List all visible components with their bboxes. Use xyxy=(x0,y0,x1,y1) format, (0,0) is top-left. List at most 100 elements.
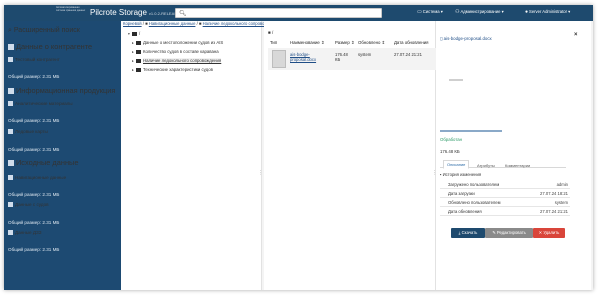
folder-icon xyxy=(8,202,13,207)
breadcrumb-root[interactable]: Корневой xyxy=(123,21,142,26)
tree-root[interactable]: ▾ / xyxy=(128,31,140,36)
sidebar-section-contractor[interactable]: Данные о контрагенте xyxy=(8,42,116,51)
tab-attributes[interactable]: Атрибуты xyxy=(474,162,498,169)
close-icon[interactable]: × xyxy=(574,32,578,38)
preview-placeholder xyxy=(449,79,463,81)
tree-item-label: Наличие ледокольного сопровождения xyxy=(143,58,222,63)
tree-item-label: Количество судов в составе каравана xyxy=(143,49,219,54)
sidebar-item-navigation-data[interactable]: Навигационные данные xyxy=(8,175,116,180)
history-toggle[interactable]: ▪ История изменения xyxy=(440,172,481,177)
advanced-search-link[interactable]: ⌕ Расширенный поиск xyxy=(8,27,80,35)
file-size: 176.48 КБ xyxy=(335,52,348,62)
breadcrumb: Корневой / ■ Навигационные данные / ■ На… xyxy=(123,21,279,26)
sidebar-item-ship-data[interactable]: Данные с судов xyxy=(8,202,116,207)
download-button[interactable]: ⤓ Скачать xyxy=(451,228,485,238)
file-thumbnail xyxy=(272,50,286,68)
search-icon: ⌕ xyxy=(8,27,12,34)
total-size-text: Общий размер: 2.31 МБ xyxy=(8,118,60,123)
sort-icon: ⇕ xyxy=(321,40,325,45)
tree-item-specs[interactable]: ▸ Технические характеристики судов xyxy=(132,67,213,72)
property-value: admin xyxy=(556,182,568,187)
folder-icon xyxy=(136,58,141,63)
processing-progress-bar xyxy=(440,130,502,132)
file-updated-date: 27.07.24 21:21 xyxy=(394,52,422,57)
total-size-text: Общий размер: 2.31 МБ xyxy=(8,247,60,252)
menu-admin[interactable]: ⚇Администрирование ▾ xyxy=(455,9,504,15)
sidebar-size: Общий размер: 2.31 МБ xyxy=(8,118,116,123)
tree-item-caravan[interactable]: ▸ Количество судов в составе каравана xyxy=(132,49,219,54)
property-value: 27.07.24 21:21 xyxy=(540,209,568,214)
sidebar-size: Общий размер: 2.31 МБ xyxy=(8,192,116,197)
sidebar-head-text: Исходные данные xyxy=(16,158,79,167)
property-key: Дата обновления xyxy=(448,209,482,214)
sidebar-section-info-products[interactable]: Информационная продукция xyxy=(8,86,116,95)
total-size-text: Общий размер: 2.31 МБ xyxy=(8,74,60,79)
sidebar-head-text: Данные о контрагенте xyxy=(16,42,93,51)
app-title: Pilcrote Storage xyxy=(90,8,147,17)
property-row: Дата загрузки 27.07.24 18:21 xyxy=(440,189,570,198)
edit-button[interactable]: ✎ Редактировать xyxy=(485,228,533,238)
download-icon: ⤓ xyxy=(458,230,461,235)
tab-description[interactable]: Описание xyxy=(443,160,470,169)
folder-icon xyxy=(136,49,141,54)
folder-icon xyxy=(136,67,141,72)
sidebar-head-text: Информационная продукция xyxy=(16,86,116,95)
sidebar-item-label: Тестовый контрагент xyxy=(15,57,60,62)
property-key: Обновлено пользователем xyxy=(448,200,501,205)
download-label: Скачать xyxy=(461,230,478,235)
menu-system[interactable]: ▭Система ▾ xyxy=(417,9,443,15)
property-row: Дата обновления 27.07.24 21:21 xyxy=(440,207,570,216)
tree-item-icebreaker[interactable]: ▸ Наличие ледокольного сопровождения xyxy=(132,58,222,63)
sidebar-item-label: Ледовые карты xyxy=(15,129,48,134)
detail-file-size: 176.48 КБ xyxy=(440,149,460,154)
file-icon: ▯ xyxy=(440,36,443,41)
global-search-input[interactable]: 🔍︎ xyxy=(175,8,382,18)
column-size[interactable]: Размер ⇕ xyxy=(335,40,355,46)
folder-icon: ■ xyxy=(198,21,202,26)
total-size-text: Общий размер: 2.31 МБ xyxy=(8,147,60,152)
folder-icon xyxy=(8,57,13,62)
menu-user[interactable]: ●Server Administrator ▾ xyxy=(525,9,570,15)
monitor-icon: ▭ xyxy=(417,9,422,15)
folder-icon xyxy=(8,160,14,166)
column-updated-by[interactable]: Обновлено ⇕ xyxy=(358,40,385,46)
column-type[interactable]: Тип xyxy=(270,40,277,45)
sidebar-size: Общий размер: 2.31 МБ xyxy=(8,74,116,79)
sidebar-item-analytics[interactable]: Аналитические материалы xyxy=(8,101,116,106)
sort-icon: ⇕ xyxy=(350,40,355,45)
menu-system-label: Система xyxy=(422,9,440,14)
sidebar-item-ice-maps[interactable]: Ледовые карты xyxy=(8,129,116,134)
column-name-label: Наименование xyxy=(290,40,320,45)
folder-icon xyxy=(8,129,13,134)
tree-item-label: Технические характеристики судов xyxy=(143,67,213,72)
detail-file-name: ais-bodge-proposal.docx xyxy=(443,36,492,41)
sidebar-section-title: Данные о контрагенте xyxy=(8,42,116,51)
menu-admin-label: Администрирование xyxy=(460,9,501,14)
folder-icon xyxy=(8,44,14,50)
total-size-text: Общий размер: 2.31 МБ xyxy=(8,192,60,197)
column-updated-date[interactable]: Дата обновления xyxy=(394,40,429,45)
search-icon: 🔍︎ xyxy=(179,11,187,17)
status-badge: Обработан xyxy=(440,137,463,142)
app-logo[interactable]: Pilcrote Storage v1.0.2-RELEASE xyxy=(90,8,180,17)
sidebar-section-source-data[interactable]: Исходные данные xyxy=(8,158,116,167)
sidebar-item-test-contractor[interactable]: Тестовый контрагент xyxy=(8,57,116,62)
folder-icon: ■ xyxy=(145,21,148,26)
file-updated-by: system xyxy=(358,52,372,57)
panel-splitter-handle[interactable]: ⋮ xyxy=(258,170,263,176)
edit-label: Редактировать xyxy=(496,230,526,235)
folder-icon xyxy=(8,88,14,94)
tree-item-ais[interactable]: ▸ Данные о местоположении судов из AIS xyxy=(132,40,223,45)
tab-comments[interactable]: Комментарии xyxy=(502,162,533,169)
close-icon: ✕ xyxy=(538,230,543,235)
sidebar-size: Общий размер: 2.31 МБ xyxy=(8,147,116,152)
breadcrumb-navigation-data[interactable]: Навигационные данные xyxy=(149,21,196,26)
delete-button[interactable]: ✕ Удалить xyxy=(533,228,565,238)
sidebar-item-remote-sensing[interactable]: Данные ДЗЗ xyxy=(8,230,116,235)
column-name[interactable]: Наименование ⇕ xyxy=(290,40,325,46)
sidebar-size: Общий размер: 2.31 МБ xyxy=(8,220,116,225)
sidebar-item-label: Аналитические материалы xyxy=(15,101,73,106)
folder-icon xyxy=(8,175,13,180)
sidebar-item-label: Навигационные данные xyxy=(15,175,67,180)
file-name-link[interactable]: ais-bodge-proposal.docx xyxy=(290,52,332,62)
